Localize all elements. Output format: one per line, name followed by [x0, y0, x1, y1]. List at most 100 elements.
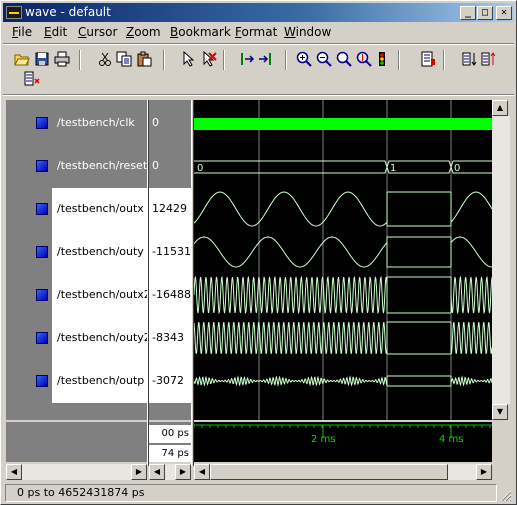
- analog-waveform: [194, 275, 492, 315]
- reset-bus-label: 1: [390, 163, 396, 174]
- menu-zoom[interactable]: Zoom: [126, 25, 161, 39]
- names-scroll-left-button[interactable]: ◀: [6, 464, 22, 480]
- signal-name[interactable]: /testbench/reset: [57, 159, 147, 172]
- gap-waveform: [387, 321, 451, 355]
- print-button[interactable]: [53, 50, 71, 68]
- scroll-down-button[interactable]: ▼: [492, 404, 508, 420]
- zoom-in-icon: [296, 51, 312, 67]
- analog-waveform: [194, 375, 492, 387]
- menu-edit[interactable]: Edit: [44, 25, 67, 39]
- arrow-down-icon: ▼: [496, 407, 504, 416]
- signal-names-pane: /testbench/clk/testbench/reset/testbench…: [6, 100, 151, 420]
- cursor-time-value: 00 ps: [149, 425, 191, 443]
- status-bar: 0 ps to 4652431874 ps: [3, 482, 514, 504]
- move-cursor-button[interactable]: [256, 50, 274, 68]
- values-scroll-left-button[interactable]: ◀: [149, 464, 165, 480]
- sort-list-button[interactable]: [23, 70, 41, 88]
- signal-type-icon: [36, 246, 48, 258]
- sort-descending-button[interactable]: [480, 50, 498, 68]
- signal-status-button[interactable]: [373, 50, 391, 68]
- sort-ascending-button[interactable]: [461, 50, 479, 68]
- select-pointer-button[interactable]: [180, 50, 198, 68]
- add-cursor-icon: [241, 53, 255, 65]
- names-scroll-right-button[interactable]: ▶: [131, 464, 147, 480]
- menu-bookmark[interactable]: Bookmark: [170, 25, 231, 39]
- add-cursor-button[interactable]: [238, 50, 256, 68]
- gap-waveform: [387, 191, 451, 227]
- wave-scroll-left-button[interactable]: ◀: [194, 464, 210, 480]
- toolbar-divider: [285, 50, 287, 70]
- main-window: wave - default _ □ ✕ File Edit Cursor Zoom B…: [0, 0, 517, 505]
- signal-name[interactable]: /testbench/outy: [57, 245, 144, 258]
- menu-separator: [3, 43, 514, 45]
- menu-file[interactable]: File: [12, 25, 32, 39]
- print-icon: [54, 51, 70, 67]
- wave-scroll-track[interactable]: [210, 464, 476, 480]
- gap-waveform: [386, 237, 452, 267]
- open-folder-button[interactable]: [13, 50, 31, 68]
- values-scroll-right-button[interactable]: ▶: [175, 464, 191, 480]
- delete-cursor-button[interactable]: [200, 50, 218, 68]
- title-bar[interactable]: wave - default _ □ ✕: [3, 3, 514, 22]
- cursor-delta-value: 74 ps: [149, 445, 191, 462]
- wave-scroll-thumb[interactable]: [210, 464, 448, 480]
- time-axis-label: 4 ms: [439, 434, 464, 445]
- signal-name[interactable]: /testbench/outp: [57, 374, 144, 387]
- signal-value: -3072: [152, 374, 184, 387]
- signal-type-icon: [36, 117, 48, 129]
- signal-value: 0: [152, 159, 159, 172]
- find-button[interactable]: [419, 50, 437, 68]
- time-axis[interactable]: 2 ms 4 ms: [194, 422, 492, 462]
- signal-value: 0: [152, 116, 159, 129]
- menu-cursor[interactable]: Cursor: [78, 25, 117, 39]
- arrow-left-icon: ◀: [198, 467, 206, 476]
- menu-label: ursor: [86, 25, 118, 39]
- maximize-button[interactable]: □: [477, 6, 493, 20]
- scroll-track[interactable]: [492, 116, 510, 404]
- save-button[interactable]: [33, 50, 51, 68]
- window-title: wave - default: [25, 5, 111, 19]
- paste-button[interactable]: [135, 50, 153, 68]
- sort-list-icon: [24, 71, 40, 86]
- signal-name[interactable]: /testbench/clk: [57, 116, 135, 129]
- menu-label: dit: [51, 25, 68, 39]
- signal-name[interactable]: /testbench/outx2: [57, 288, 151, 301]
- close-button[interactable]: ✕: [496, 6, 512, 20]
- wave-scroll-right-button[interactable]: ▶: [476, 464, 492, 480]
- toolbar-divider: [79, 50, 81, 70]
- signal-name[interactable]: /testbench/outy2: [57, 331, 151, 344]
- gap-waveform: [386, 322, 452, 354]
- signal-value-cell: -3072: [149, 360, 191, 403]
- signal-type-icon: [36, 289, 48, 301]
- scroll-up-button[interactable]: ▲: [492, 100, 508, 116]
- cursor-values-pane: 00 ps 74 ps: [149, 422, 191, 462]
- zoom-cursor-button[interactable]: [355, 50, 373, 68]
- analog-waveform: [194, 236, 492, 268]
- copy-button[interactable]: [115, 50, 133, 68]
- cut-button[interactable]: [96, 50, 114, 68]
- values-scroll-track[interactable]: [165, 464, 175, 480]
- waveform-pane[interactable]: 0 1 0: [194, 100, 492, 420]
- signal-name[interactable]: /testbench/outx: [57, 202, 144, 215]
- signal-value: -11531: [152, 245, 191, 258]
- resize-grip-icon[interactable]: [498, 488, 512, 502]
- toolbar: [3, 46, 514, 86]
- arrow-right-icon: ▶: [179, 467, 187, 476]
- vertical-scrollbar[interactable]: ▲ ▼: [492, 100, 510, 420]
- time-axis-label: 2 ms: [311, 434, 336, 445]
- cut-icon: [99, 52, 111, 66]
- zoom-in-button[interactable]: [295, 50, 313, 68]
- arrow-left-icon: ◀: [153, 467, 161, 476]
- minimize-button[interactable]: _: [460, 6, 476, 20]
- menu-mnemonic: E: [44, 25, 52, 39]
- signal-type-icon: [36, 203, 48, 215]
- menu-format[interactable]: Format: [235, 25, 277, 39]
- analog-waveform: [194, 191, 492, 227]
- time-axis-canvas: 2 ms 4 ms: [194, 424, 492, 445]
- zoom-full-button[interactable]: [335, 50, 353, 68]
- names-scroll-track[interactable]: [22, 464, 131, 480]
- gap-waveform: [387, 375, 451, 387]
- zoom-out-button[interactable]: [315, 50, 333, 68]
- menu-window[interactable]: Window: [284, 25, 331, 39]
- menu-mnemonic: Z: [126, 25, 135, 39]
